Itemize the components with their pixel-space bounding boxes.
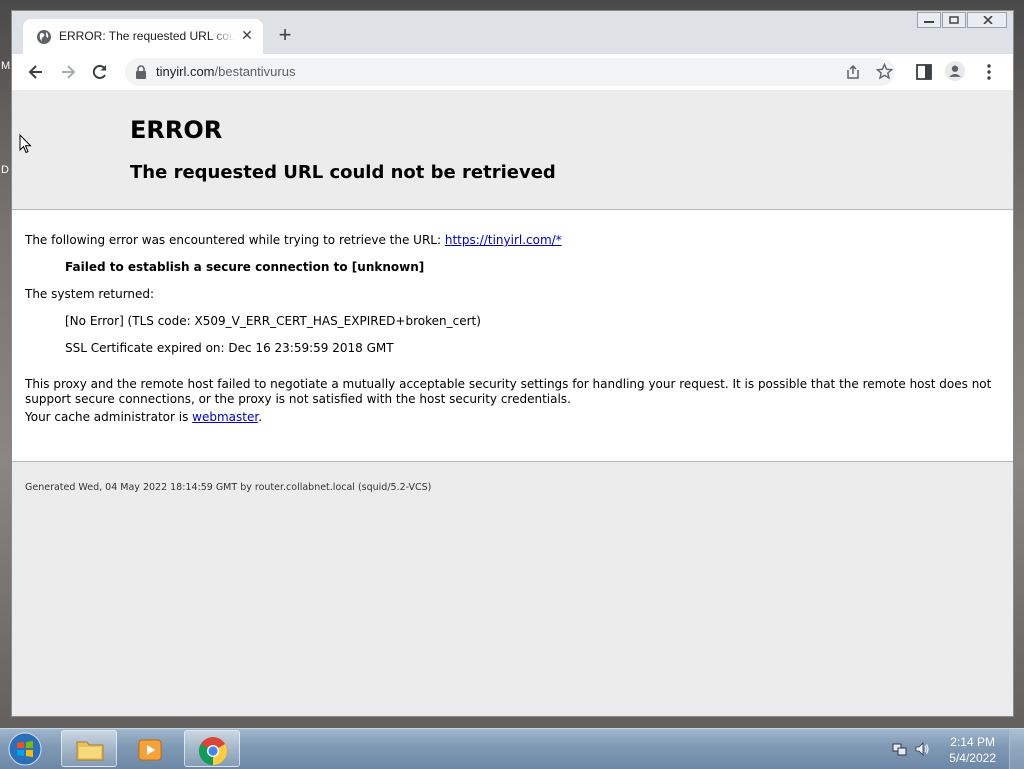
requested-url-link[interactable]: https://tinyirl.com/* [445, 233, 562, 247]
ssl-expiry-text: SSL Certificate expired on: Dec 16 23:59… [65, 341, 394, 355]
maximize-button[interactable] [942, 12, 966, 28]
start-button-windows-icon[interactable] [6, 732, 44, 766]
intro-line: The following error was encountered whil… [25, 233, 562, 247]
desktop-icon-label-m: M [1, 60, 11, 72]
url-host: tinyirl.com [156, 64, 215, 79]
intro-text: The following error was encountered whil… [25, 233, 445, 247]
taskbar-chrome-button[interactable] [184, 730, 240, 767]
restore-icon [949, 16, 959, 24]
clock-date: 5/4/2022 [949, 751, 996, 765]
error-body: The following error was encountered whil… [12, 210, 1013, 462]
menu-kebab-icon[interactable] [979, 62, 999, 82]
minimize-button[interactable] [917, 12, 941, 28]
profile-avatar-icon[interactable] [945, 61, 965, 81]
admin-prefix: Your cache administrator is [25, 410, 193, 424]
show-desktop-button[interactable] [1009, 729, 1024, 769]
address-bar[interactable]: tinyirl.com/bestantivurus [125, 58, 895, 86]
mouse-cursor-icon [19, 134, 32, 154]
chrome-icon [199, 737, 227, 765]
minimize-icon [924, 21, 934, 23]
folder-icon [76, 741, 104, 761]
tls-error-code: [No Error] (TLS code: X509_V_ERR_CERT_HA… [65, 314, 481, 328]
page-subtitle: The requested URL could not be retrieved [130, 162, 556, 183]
system-tray: 2:14 PM 5/4/2022 [884, 729, 1024, 769]
close-window-button[interactable] [967, 12, 1007, 28]
network-icon[interactable] [892, 741, 908, 757]
clock-time: 2:14 PM [950, 735, 995, 749]
taskbar-media-player-button[interactable] [122, 730, 178, 767]
browser-tab[interactable]: ERROR: The requested URL could not be re… [23, 19, 263, 54]
new-tab-button[interactable]: + [274, 24, 296, 47]
reload-icon[interactable] [90, 62, 110, 82]
globe-icon [37, 30, 51, 44]
share-icon[interactable] [845, 64, 861, 80]
tab-title: ERROR: The requested URL could not be re… [59, 29, 235, 43]
side-panel-icon[interactable] [914, 62, 934, 82]
browser-toolbar: tinyirl.com/bestantivurus [12, 54, 1013, 91]
url-text: tinyirl.com/bestantivurus [156, 64, 295, 79]
generated-footer: Generated Wed, 04 May 2022 18:14:59 GMT … [25, 482, 432, 493]
webmaster-link[interactable]: webmaster [192, 410, 258, 424]
back-arrow-icon[interactable] [26, 62, 46, 82]
failed-message: Failed to establish a secure connection … [65, 260, 425, 274]
tab-close-button[interactable]: ✕ [239, 28, 255, 44]
admin-suffix: . [258, 410, 263, 424]
volume-icon[interactable] [914, 741, 930, 757]
clock[interactable]: 2:14 PM 5/4/2022 [949, 734, 996, 766]
error-header: ERROR The requested URL could not be ret… [12, 90, 1013, 210]
page-content: ERROR The requested URL could not be ret… [12, 90, 1013, 716]
close-icon [983, 16, 993, 24]
taskbar-explorer-button[interactable] [61, 730, 117, 767]
page-title: ERROR [130, 116, 223, 144]
taskbar: 2:14 PM 5/4/2022 [0, 728, 1024, 769]
system-returned-label: The system returned: [25, 287, 155, 301]
explanation-paragraph: This proxy and the remote host failed to… [25, 377, 992, 406]
media-player-icon [138, 739, 162, 761]
admin-line: Your cache administrator is webmaster. [25, 410, 262, 424]
desktop-icon-label-d: D [1, 164, 9, 176]
browser-window: ERROR: The requested URL could not be re… [11, 10, 1014, 717]
forward-arrow-icon[interactable] [58, 62, 78, 82]
lock-icon[interactable] [135, 65, 147, 79]
title-bar: ERROR: The requested URL could not be re… [12, 11, 1013, 54]
bookmark-star-icon[interactable] [876, 63, 893, 80]
url-path: /bestantivurus [214, 64, 296, 79]
